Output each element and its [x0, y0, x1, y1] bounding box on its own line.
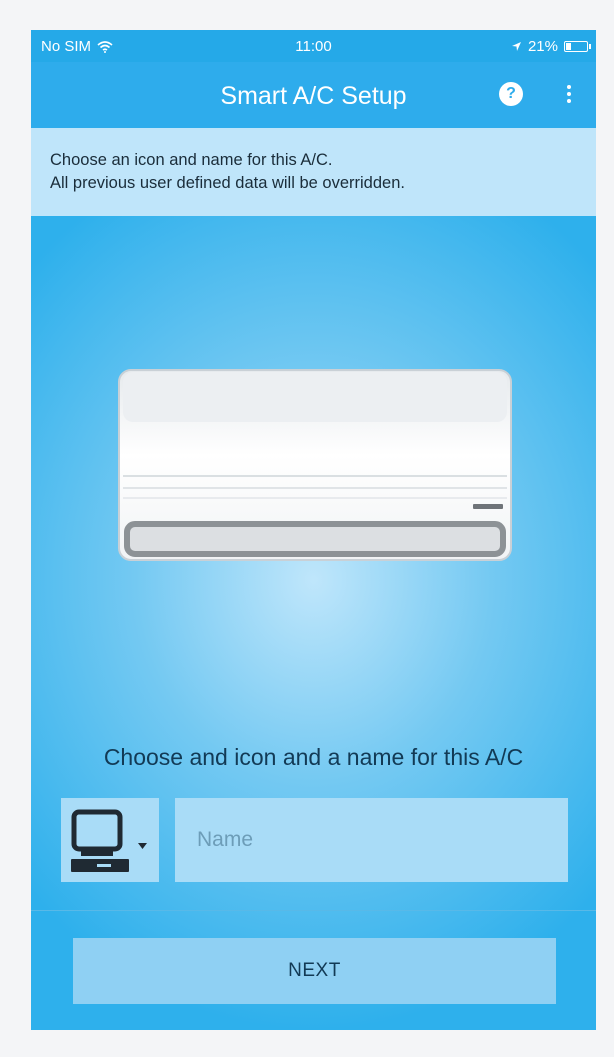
- air-conditioner-illustration: [118, 369, 512, 561]
- banner-line-1: Choose an icon and name for this A/C.: [50, 151, 333, 169]
- app-bar: Smart A/C Setup ?: [31, 62, 596, 128]
- app-screen: No SIM 11:00 21% Smart A/C Setup ? Choos…: [31, 30, 596, 1030]
- name-input[interactable]: [175, 798, 568, 882]
- icon-name-prompt: Choose and icon and a name for this A/C: [103, 744, 524, 770]
- status-right: 21%: [511, 38, 591, 55]
- icon-picker-button[interactable]: [61, 798, 159, 882]
- computer-icon: [71, 809, 147, 872]
- location-arrow-icon: [511, 42, 521, 51]
- more-options-icon[interactable]: [563, 82, 575, 106]
- battery-icon: [564, 41, 591, 52]
- info-banner: Choose an icon and name for this A/C. Al…: [31, 128, 596, 216]
- battery-percent: 21%: [527, 38, 558, 55]
- help-icon[interactable]: ?: [499, 82, 523, 106]
- status-bar: No SIM 11:00 21%: [31, 30, 596, 62]
- chevron-down-icon: [138, 843, 147, 849]
- footer-divider: [31, 910, 596, 911]
- banner-line-2: All previous user defined data will be o…: [50, 174, 405, 192]
- next-button[interactable]: NEXT: [73, 938, 556, 1004]
